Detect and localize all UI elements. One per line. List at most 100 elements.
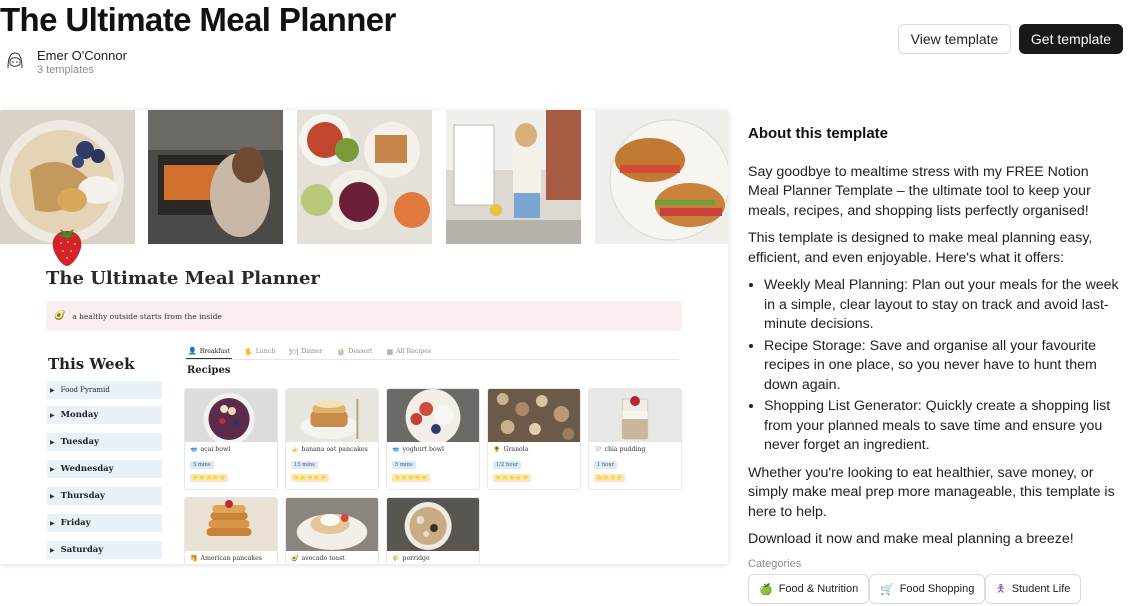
recipe-card[interactable]: 🥣 açai bowl 5 mins ⭐⭐⭐⭐⭐	[184, 388, 278, 490]
template-preview[interactable]: The Ultimate Meal Planner 🥑 a healthy ou…	[0, 110, 728, 564]
recipe-time: 15 mins	[291, 461, 318, 469]
recipe-name: American pancakes	[200, 555, 262, 562]
recipe-rating: ⭐⭐⭐⭐	[594, 474, 626, 482]
about-section: About this template Say goodbye to mealt…	[748, 124, 1123, 558]
callout-text: a healthy outside starts from the inside	[72, 311, 222, 321]
plate-icon: 🍽	[289, 347, 299, 356]
category-food-nutrition[interactable]: 🍏 Food & Nutrition	[748, 574, 870, 604]
bowl-icon: 🥣	[190, 446, 198, 453]
toggle-arrow-icon: ▶	[50, 465, 55, 473]
get-template-button[interactable]: Get template	[1019, 24, 1123, 54]
tab-dinner[interactable]: 🍽 Dinner	[287, 344, 324, 359]
toggle-arrow-icon: ▶	[50, 386, 55, 394]
shopping-cart-icon: 🛒	[880, 583, 894, 596]
about-lead: This template is designed to make meal p…	[748, 230, 1093, 266]
recipe-image	[185, 498, 277, 551]
wheat-icon: 🌾	[392, 555, 400, 562]
about-heading: About this template	[748, 125, 889, 142]
recipe-card[interactable]: 🥣 yoghurt bowl 5 mins ⭐⭐⭐⭐⭐	[386, 388, 480, 490]
tab-all-recipes[interactable]: ▦ All Recipes	[384, 344, 433, 359]
recipe-card[interactable]: 🌾 porridge	[386, 497, 480, 564]
grid-icon: ▦	[386, 347, 394, 356]
sunflower-icon: 🌻	[493, 446, 501, 453]
toggle-wednesday[interactable]: ▶ Wednesday	[47, 460, 162, 478]
week-toggle-list: ▶ Food Pyramid ▶ Monday ▶ Tuesday ▶ Wednesda…	[47, 381, 162, 564]
tab-breakfast[interactable]: 👤 Breakfast	[186, 344, 232, 359]
recipe-name: açai bowl	[200, 446, 231, 453]
callout: 🥑 a healthy outside starts from the insi…	[46, 301, 682, 331]
categories-label: Categories	[748, 558, 802, 570]
this-week-heading: This Week	[48, 355, 135, 373]
person-icon: 👤	[188, 347, 197, 355]
recipe-image	[185, 389, 277, 442]
recipe-rating: ⭐⭐⭐⭐⭐	[291, 474, 329, 482]
recipe-name: yoghurt bowl	[402, 446, 445, 453]
strawberry-icon	[52, 229, 82, 266]
feature-item: Recipe Storage: Save and organise all yo…	[764, 337, 1123, 396]
author-template-count: 3 templates	[37, 64, 94, 76]
recipe-time: 1 hour	[594, 461, 618, 469]
feature-item: Weekly Meal Planning: Plan out your meal…	[764, 276, 1123, 335]
recipe-time: 5 mins	[190, 461, 214, 469]
bowl-icon: 🥣	[392, 446, 400, 453]
recipe-image	[589, 389, 681, 442]
recipe-name: porridge	[402, 555, 430, 562]
toggle-monday[interactable]: ▶ Monday	[47, 406, 162, 424]
recipe-image	[286, 389, 378, 442]
recipe-card[interactable]: 🥑 avocado toast	[285, 497, 379, 564]
recipe-rating: ⭐⭐⭐⭐⭐	[392, 474, 430, 482]
cover-photo-croissant	[595, 110, 728, 244]
feature-list: Weekly Meal Planning: Plan out your meal…	[764, 276, 1123, 456]
tab-dessert[interactable]: 🧁 Dessert	[335, 344, 375, 359]
about-closing: Whether you're looking to eat healthier,…	[748, 464, 1115, 520]
recipe-time: 1/2 hour	[493, 461, 522, 469]
view-template-button[interactable]: View template	[898, 24, 1011, 54]
recipe-name: chia pudding	[604, 446, 646, 453]
cover-photo-oven	[148, 110, 283, 244]
recipe-rating: ⭐⭐⭐⭐⭐	[190, 474, 228, 482]
pancake-icon: 🥞	[190, 555, 198, 562]
recipe-time: 5 mins	[392, 461, 416, 469]
cover-photo-porch	[446, 110, 581, 244]
recipe-name: banana oat pancakes	[301, 446, 368, 453]
cover-photo-spread	[297, 110, 432, 244]
author-name[interactable]: Emer O'Connor	[37, 48, 127, 63]
tab-lunch[interactable]: ✋ Lunch	[242, 344, 277, 359]
toggle-arrow-icon: ▶	[50, 438, 55, 446]
toggle-arrow-icon: ▶	[50, 519, 55, 527]
person-icon: 🯅	[996, 582, 1006, 595]
author-avatar[interactable]	[4, 50, 26, 72]
recipe-rating: ⭐⭐⭐⭐⭐	[493, 474, 531, 482]
toggle-thursday[interactable]: ▶ Thursday	[47, 487, 162, 505]
recipe-name: avocado toast	[301, 555, 345, 562]
avocado-icon: 🥑	[54, 311, 66, 321]
banana-icon: 🍌	[291, 446, 299, 453]
recipe-card[interactable]: 🤍 chia pudding 1 hour ⭐⭐⭐⭐	[588, 388, 682, 490]
toggle-arrow-icon: ▶	[50, 411, 55, 419]
recipe-tabs: 👤 Breakfast ✋ Lunch 🍽 Dinner 🧁 Dessert ▦ All …	[186, 344, 679, 360]
category-food-shopping[interactable]: 🛒 Food Shopping	[869, 574, 986, 604]
recipe-image	[387, 389, 479, 442]
recipes-heading: Recipes	[187, 365, 231, 376]
recipe-card[interactable]: 🥞 American pancakes	[184, 497, 278, 564]
cupcake-icon: 🧁	[336, 347, 346, 356]
doc-title: The Ultimate Meal Planner	[46, 268, 320, 289]
toggle-tuesday[interactable]: ▶ Tuesday	[47, 433, 162, 451]
recipe-card[interactable]: 🌻 Granola 1/2 hour ⭐⭐⭐⭐⭐	[487, 388, 581, 490]
toggle-food-pyramid[interactable]: ▶ Food Pyramid	[47, 381, 162, 399]
toggle-arrow-icon: ▶	[50, 492, 55, 500]
avocado-icon: 🥑	[291, 555, 299, 562]
category-student-life[interactable]: 🯅 Student Life	[985, 574, 1082, 604]
about-intro: Say goodbye to mealtime stress with my F…	[748, 163, 1091, 219]
toggle-friday[interactable]: ▶ Friday	[47, 514, 162, 532]
recipe-card[interactable]: 🍌 banana oat pancakes 15 mins ⭐⭐⭐⭐⭐	[285, 388, 379, 490]
heart-icon: 🤍	[594, 446, 602, 453]
apple-icon: 🍏	[759, 583, 773, 596]
feature-item: Shopping List Generator: Quickly create …	[764, 397, 1123, 456]
toggle-arrow-icon: ▶	[50, 546, 55, 554]
recipe-image	[387, 498, 479, 551]
toggle-saturday[interactable]: ▶ Saturday	[47, 541, 162, 559]
recipe-image	[286, 498, 378, 551]
about-cta: Download it now and make meal planning a…	[748, 531, 1074, 547]
hand-icon: ✋	[243, 347, 253, 356]
